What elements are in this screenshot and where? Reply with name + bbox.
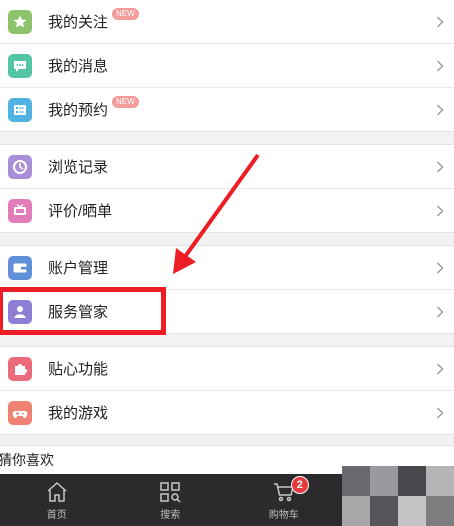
tab-home-label: 首页 — [46, 509, 67, 521]
menu-group: 我的关注 NEW 我的消息 我的预约 NEW — [0, 0, 454, 132]
menu-group: 贴心功能 我的游戏 — [0, 346, 454, 435]
tab-search-label: 搜索 — [160, 509, 181, 521]
group-separator — [0, 334, 454, 346]
tab-search[interactable]: 搜索 — [125, 480, 215, 521]
chevron-right-icon — [437, 407, 444, 418]
chevron-right-icon — [437, 363, 444, 374]
menu-item-label: 贴心功能 — [48, 361, 109, 378]
list-icon — [8, 97, 32, 122]
pixelated-redaction — [342, 466, 454, 526]
menu-item[interactable]: 账户管理 — [0, 246, 454, 290]
new-badge: NEW — [112, 7, 139, 20]
group-separator — [0, 435, 454, 445]
guess-you-like-title: 猜你喜欢 — [0, 452, 54, 468]
chevron-right-icon — [437, 161, 444, 172]
chevron-right-icon — [437, 306, 444, 317]
message-icon — [8, 53, 32, 78]
tab-cart[interactable]: 2 购物车 — [239, 475, 329, 521]
menu-item-label: 我的游戏 — [48, 405, 109, 422]
chevron-right-icon — [437, 104, 444, 115]
gamepad-icon — [8, 400, 32, 425]
menu-item[interactable]: 评价/晒单 — [0, 189, 454, 232]
tab-cart-label: 购物车 — [268, 509, 299, 521]
menu-item-label: 评价/晒单 — [48, 203, 113, 220]
menu-item-label: 我的预约 — [48, 102, 109, 119]
chevron-right-icon — [437, 60, 444, 71]
menu-group: 浏览记录评价/晒单 — [0, 144, 454, 233]
search-grid-icon — [160, 481, 181, 503]
chevron-right-icon — [437, 262, 444, 273]
menu-item-label: 账户管理 — [48, 260, 109, 277]
tab-home[interactable]: 首页 — [12, 480, 102, 521]
home-icon — [47, 481, 67, 502]
menu-item[interactable]: 我的游戏 — [0, 391, 454, 434]
bottom-tab-bar: 首页 搜索 2 购物车 我 — [0, 466, 454, 526]
group-separator — [0, 132, 454, 144]
menu-item[interactable]: 我的关注 NEW — [0, 0, 454, 44]
tv-icon — [8, 198, 32, 223]
menu-item[interactable]: 贴心功能 — [0, 347, 454, 391]
highlight-box-annotation — [0, 287, 166, 335]
history-icon — [8, 154, 32, 179]
new-badge: NEW — [112, 95, 139, 108]
group-separator — [0, 233, 454, 245]
wallet-icon — [8, 255, 32, 280]
menu-item[interactable]: 我的消息 — [0, 44, 454, 88]
menu-item[interactable]: 我的预约 NEW — [0, 88, 454, 131]
cart-count-badge: 2 — [290, 475, 309, 494]
menu-item-label: 我的消息 — [48, 58, 109, 75]
star-icon — [8, 9, 32, 34]
menu-item-label: 浏览记录 — [48, 159, 109, 176]
chevron-right-icon — [437, 205, 444, 216]
menu-item[interactable]: 浏览记录 — [0, 145, 454, 189]
puzzle-icon — [8, 356, 32, 381]
menu-item-label: 我的关注 — [48, 14, 109, 31]
chevron-right-icon — [437, 16, 444, 27]
settings-list: 我的关注 NEW 我的消息 我的预约 NEW 浏览记录 评价/晒单 账户管理 服务管家 贴心功能我… — [0, 0, 454, 445]
